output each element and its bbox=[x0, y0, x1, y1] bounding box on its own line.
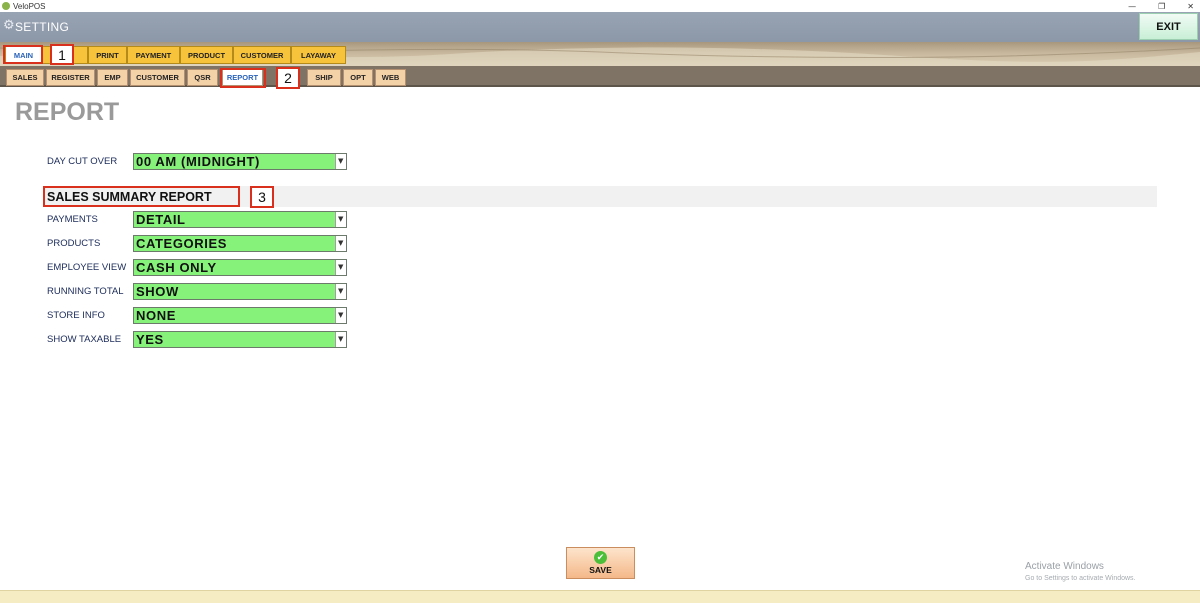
running-total-select[interactable]: SHOW ▼ bbox=[133, 283, 347, 300]
subtab-register[interactable]: REGISTER bbox=[46, 69, 95, 86]
header-title: SETTING bbox=[15, 20, 70, 34]
running-total-label: RUNNING TOTAL bbox=[47, 286, 124, 297]
activate-windows-subtext: Go to Settings to activate Windows. bbox=[1025, 575, 1136, 582]
app-logo-icon bbox=[2, 2, 10, 10]
subtab-ship[interactable]: SHIP bbox=[307, 69, 341, 86]
highlight-box-sales-summary bbox=[43, 186, 240, 207]
close-icon[interactable]: ✕ bbox=[1187, 2, 1194, 11]
highlight-box-main-tab bbox=[3, 45, 43, 64]
chevron-down-icon[interactable]: ▼ bbox=[335, 308, 346, 323]
products-select[interactable]: CATEGORIES ▼ bbox=[133, 235, 347, 252]
bottom-status-strip bbox=[0, 590, 1200, 603]
chevron-down-icon[interactable]: ▼ bbox=[335, 284, 346, 299]
tab-customer[interactable]: CUSTOMER bbox=[233, 46, 291, 64]
show-taxable-value: YES bbox=[136, 332, 164, 347]
activate-windows-watermark: Activate Windows bbox=[1025, 561, 1104, 572]
subtab-opt[interactable]: OPT bbox=[343, 69, 373, 86]
products-value: CATEGORIES bbox=[136, 236, 227, 251]
chevron-down-icon[interactable]: ▼ bbox=[335, 154, 346, 169]
store-info-select[interactable]: NONE ▼ bbox=[133, 307, 347, 324]
subtab-qsr[interactable]: QSR bbox=[187, 69, 218, 86]
callout-number-3: 3 bbox=[250, 186, 274, 208]
subtab-customer[interactable]: CUSTOMER bbox=[130, 69, 185, 86]
employee-view-value: CASH ONLY bbox=[136, 260, 217, 275]
subtab-web[interactable]: WEB bbox=[375, 69, 406, 86]
running-total-value: SHOW bbox=[136, 284, 179, 299]
window-titlebar: VeloPOS — ❐ ✕ bbox=[0, 0, 1200, 12]
page-title: REPORT bbox=[15, 98, 120, 126]
tab-layaway[interactable]: LAYAWAY bbox=[291, 46, 346, 64]
payments-label: PAYMENTS bbox=[47, 214, 98, 225]
save-button[interactable]: ✔ SAVE bbox=[566, 547, 635, 579]
highlight-box-report-subtab bbox=[220, 68, 266, 88]
tab-payment[interactable]: PAYMENT bbox=[127, 46, 180, 64]
day-cut-over-label: DAY CUT OVER bbox=[47, 156, 118, 167]
tab-print[interactable]: PRINT bbox=[88, 46, 127, 64]
chevron-down-icon[interactable]: ▼ bbox=[335, 212, 346, 227]
tab-product[interactable]: PRODUCT bbox=[180, 46, 233, 64]
employee-view-select[interactable]: CASH ONLY ▼ bbox=[133, 259, 347, 276]
employee-view-label: EMPLOYEE VIEW bbox=[47, 262, 127, 273]
subtab-emp[interactable]: EMP bbox=[97, 69, 128, 86]
window-title: VeloPOS bbox=[13, 1, 46, 11]
maximize-icon[interactable]: ❐ bbox=[1158, 2, 1165, 11]
store-info-label: STORE INFO bbox=[47, 310, 105, 321]
chevron-down-icon[interactable]: ▼ bbox=[335, 260, 346, 275]
window-controls: — ❐ ✕ bbox=[1128, 0, 1194, 12]
callout-number-2: 2 bbox=[276, 67, 300, 89]
day-cut-over-value: 00 AM (MIDNIGHT) bbox=[136, 154, 260, 169]
chevron-down-icon[interactable]: ▼ bbox=[335, 332, 346, 347]
gear-icon: ⚙ bbox=[3, 18, 15, 33]
payments-select[interactable]: DETAIL ▼ bbox=[133, 211, 347, 228]
payments-value: DETAIL bbox=[136, 212, 186, 227]
show-taxable-select[interactable]: YES ▼ bbox=[133, 331, 347, 348]
store-info-value: NONE bbox=[136, 308, 176, 323]
save-button-label: SAVE bbox=[589, 565, 612, 575]
products-label: PRODUCTS bbox=[47, 238, 101, 249]
checkmark-icon: ✔ bbox=[594, 551, 607, 564]
minimize-icon[interactable]: — bbox=[1128, 2, 1136, 11]
show-taxable-label: SHOW TAXABLE bbox=[47, 334, 122, 345]
callout-number-1: 1 bbox=[50, 44, 74, 65]
app-header: ⚙ SETTING bbox=[0, 12, 1200, 42]
subtab-sales[interactable]: SALES bbox=[6, 69, 44, 86]
chevron-down-icon[interactable]: ▼ bbox=[335, 236, 346, 251]
exit-button[interactable]: EXIT bbox=[1139, 13, 1198, 40]
day-cut-over-select[interactable]: 00 AM (MIDNIGHT) ▼ bbox=[133, 153, 347, 170]
